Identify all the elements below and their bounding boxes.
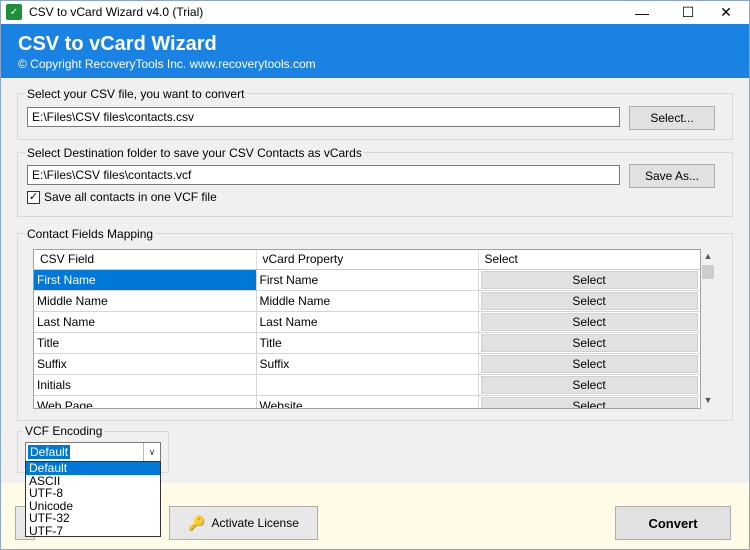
csv-path-field[interactable]: E:\Files\CSV files\contacts.csv	[27, 107, 620, 127]
select-csv-button[interactable]: Select...	[629, 106, 715, 130]
table-row[interactable]: Web Page Website Select	[34, 395, 700, 408]
column-header-vcard-property: vCard Property	[256, 250, 479, 270]
table-header-row: CSV Field vCard Property Select	[34, 250, 700, 270]
close-button[interactable]: ✕	[703, 1, 749, 24]
activate-license-button[interactable]: 🔑 Activate License	[169, 506, 318, 540]
encoding-option[interactable]: UTF-7	[26, 524, 160, 538]
encoding-option[interactable]: UTF-8	[26, 487, 160, 500]
select-field-button[interactable]: Select	[480, 396, 698, 408]
table-row[interactable]: Suffix Suffix Select	[34, 353, 700, 375]
copyright-text: © Copyright RecoveryTools Inc. www.recov…	[18, 57, 316, 71]
encoding-option[interactable]: Default	[26, 462, 160, 475]
vcard-property-cell[interactable]	[256, 374, 479, 396]
vcard-property-cell[interactable]: Website	[256, 395, 479, 408]
vcard-property-cell[interactable]: Middle Name	[256, 290, 479, 312]
csv-field-cell[interactable]: Middle Name	[34, 290, 257, 312]
select-cell: Select	[478, 311, 700, 333]
vcard-property-cell[interactable]: First Name	[256, 269, 479, 291]
mapping-table: CSV Field vCard Property Select First Na…	[33, 249, 701, 409]
vcard-property-cell[interactable]: Suffix	[256, 353, 479, 375]
mapping-label: Contact Fields Mapping	[25, 227, 156, 241]
csv-field-cell[interactable]: Suffix	[34, 353, 257, 375]
select-field-button[interactable]: Select	[480, 270, 698, 289]
minimize-button[interactable]: —	[619, 1, 665, 24]
csv-field-cell[interactable]: Title	[34, 332, 257, 354]
vcard-property-cell[interactable]: Title	[256, 332, 479, 354]
select-cell: Select	[478, 290, 700, 312]
window-title: CSV to vCard Wizard v4.0 (Trial)	[29, 5, 204, 19]
encoding-select[interactable]: Default ∨	[25, 442, 161, 462]
csv-field-cell[interactable]: Last Name	[34, 311, 257, 333]
convert-button[interactable]: Convert	[615, 506, 731, 540]
chevron-down-icon[interactable]: ∨	[143, 443, 160, 461]
source-label: Select your CSV file, you want to conver…	[25, 87, 247, 101]
title-bar: ✓ CSV to vCard Wizard v4.0 (Trial) — ☐ ✕	[1, 1, 749, 24]
select-field-button[interactable]: Select	[480, 354, 698, 373]
table-row[interactable]: Last Name Last Name Select	[34, 311, 700, 333]
table-row[interactable]: First Name First Name Select	[34, 269, 700, 291]
scroll-down-icon[interactable]: ▼	[701, 393, 715, 407]
app-icon: ✓	[6, 4, 22, 20]
app-header: CSV to vCard Wizard © Copyright Recovery…	[1, 24, 749, 78]
select-cell: Select	[478, 269, 700, 291]
activate-license-label: Activate License	[211, 516, 299, 530]
column-header-csv-field: CSV Field	[34, 250, 257, 270]
table-row[interactable]: Middle Name Middle Name Select	[34, 290, 700, 312]
vcard-property-cell[interactable]: Last Name	[256, 311, 479, 333]
select-cell: Select	[478, 395, 700, 408]
select-field-button[interactable]: Select	[480, 333, 698, 352]
save-one-vcf-checkbox[interactable]: ✓	[27, 191, 40, 204]
table-scrollbar[interactable]: ▲ ▼	[701, 249, 715, 409]
select-cell: Select	[478, 332, 700, 354]
destination-label: Select Destination folder to save your C…	[25, 146, 364, 160]
csv-field-cell[interactable]: Initials	[34, 374, 257, 396]
encoding-dropdown-list: Default ASCII UTF-8 Unicode UTF-32 UTF-7	[25, 461, 161, 537]
select-cell: Select	[478, 353, 700, 375]
encoding-label: VCF Encoding	[23, 424, 105, 438]
app-title: CSV to vCard Wizard	[18, 33, 217, 55]
select-field-button[interactable]: Select	[480, 291, 698, 310]
save-one-vcf-label: Save all contacts in one VCF file	[44, 190, 217, 204]
encoding-option[interactable]: UTF-32	[26, 512, 160, 525]
vcf-path-field[interactable]: E:\Files\CSV files\contacts.vcf	[27, 165, 620, 185]
scroll-thumb[interactable]	[702, 265, 714, 279]
app-window: ✓ CSV to vCard Wizard v4.0 (Trial) — ☐ ✕…	[0, 0, 750, 550]
csv-field-cell[interactable]: First Name	[34, 269, 257, 291]
table-row[interactable]: Initials Select	[34, 374, 700, 396]
table-row[interactable]: Title Title Select	[34, 332, 700, 354]
encoding-selected-value: Default	[28, 445, 71, 459]
scroll-up-icon[interactable]: ▲	[701, 249, 715, 263]
select-field-button[interactable]: Select	[480, 375, 698, 394]
save-as-button[interactable]: Save As...	[629, 164, 715, 188]
csv-field-cell[interactable]: Web Page	[34, 395, 257, 408]
column-header-select: Select	[478, 250, 700, 270]
select-field-button[interactable]: Select	[480, 312, 698, 331]
key-icon: 🔑	[188, 514, 206, 531]
select-cell: Select	[478, 374, 700, 396]
